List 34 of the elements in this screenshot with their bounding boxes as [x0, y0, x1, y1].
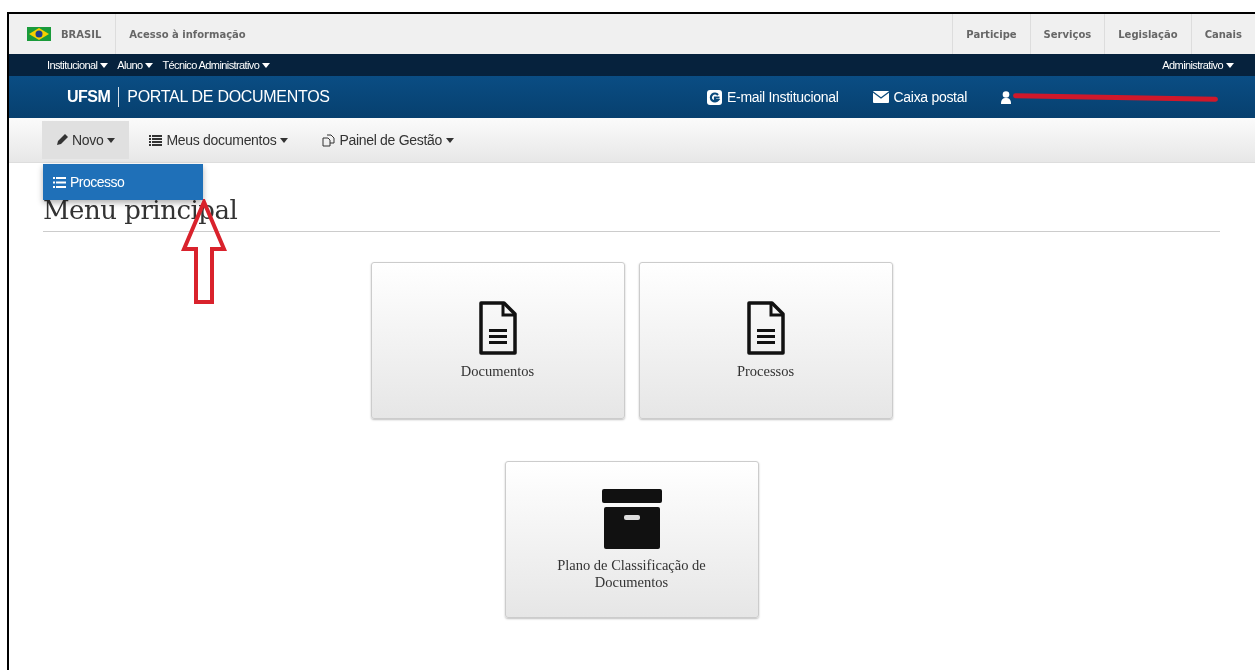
nav-menu[interactable]: Painel de Gestão — [308, 121, 468, 159]
document-icon — [478, 301, 517, 355]
google-g-icon — [707, 89, 723, 105]
audience-menu[interactable]: Institucional — [47, 59, 109, 71]
menu-card[interactable]: Documentos — [370, 262, 625, 419]
caret-icon — [446, 137, 454, 143]
caret-icon — [280, 137, 289, 143]
country-label: BRASIL — [61, 28, 102, 40]
audience-menu[interactable]: Técnico Administrativo — [162, 59, 271, 71]
caret-icon — [145, 62, 154, 68]
audience-menu[interactable]: Administrativo — [1162, 59, 1234, 71]
caret-icon — [262, 62, 271, 68]
caret-icon — [1226, 62, 1234, 68]
brand-logo[interactable]: UFSM — [67, 88, 111, 106]
caret-icon — [107, 137, 116, 143]
user-icon — [1001, 90, 1011, 104]
audience-menu[interactable]: Aluno — [117, 59, 154, 71]
document-icon — [746, 301, 785, 355]
envelope-icon — [872, 91, 889, 103]
list-icon — [53, 176, 66, 188]
caret-icon — [100, 62, 109, 68]
archive-box-icon — [601, 488, 662, 549]
header-link[interactable]: E-mail Institucional — [707, 89, 839, 105]
copy-icon — [322, 133, 336, 147]
nav-menu[interactable]: Meus documentos — [135, 121, 303, 159]
menu-card[interactable]: Plano de Classificação de Documentos — [504, 461, 759, 618]
header-link[interactable]: Caixa postal — [872, 89, 967, 105]
dropdown-item[interactable]: Processo — [43, 164, 203, 200]
site-title: PORTAL DE DOCUMENTOS — [127, 88, 330, 106]
pencil-icon — [56, 134, 68, 146]
list-icon — [149, 134, 163, 146]
nav-menu[interactable]: Novo — [42, 121, 130, 159]
menu-card[interactable]: Processos — [638, 262, 893, 419]
flag-icon — [27, 27, 51, 41]
